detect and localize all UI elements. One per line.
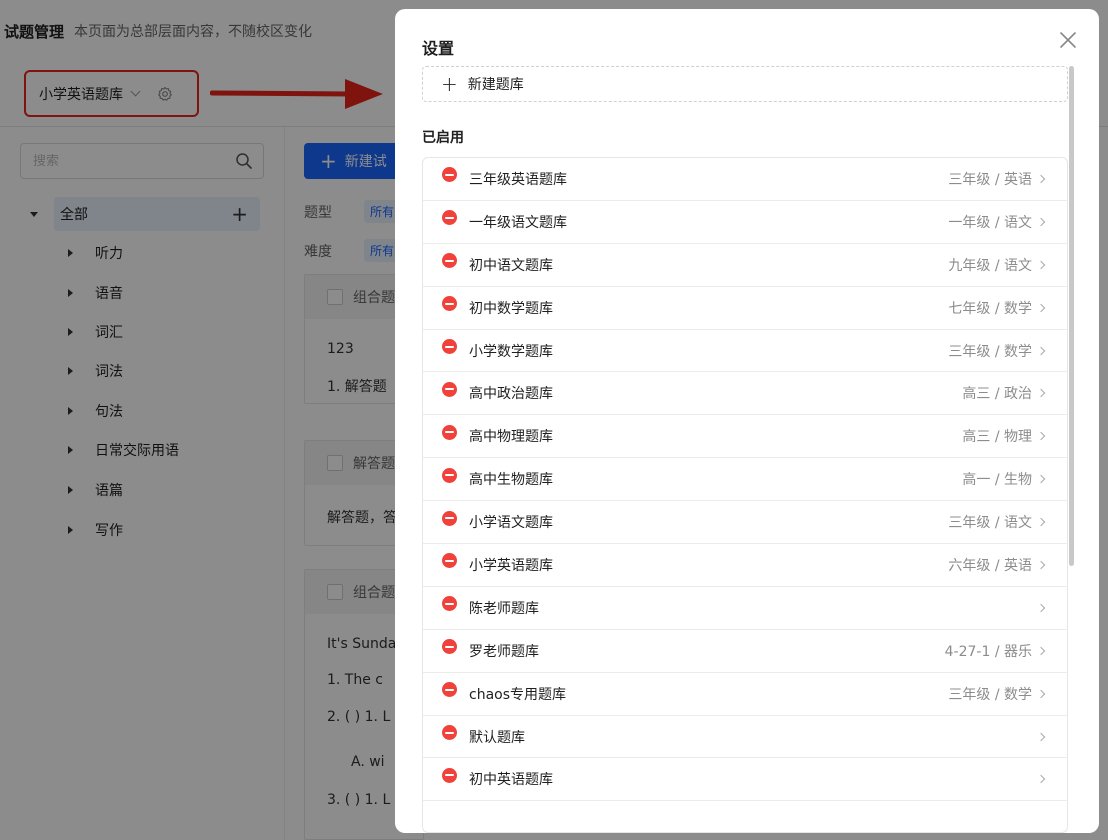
scrollbar[interactable]: [1069, 66, 1074, 566]
bank-row[interactable]: 高中政治题库 高三 / 政治: [423, 372, 1067, 416]
bank-row[interactable]: 初中英语题库: [423, 758, 1067, 802]
bank-name: 高中生物题库: [469, 472, 553, 489]
bank-name: 高中政治题库: [469, 386, 553, 403]
close-icon[interactable]: [1059, 31, 1077, 49]
chevron-right-icon[interactable]: [1036, 689, 1046, 698]
bank-name: 小学语文题库: [469, 515, 553, 532]
chevron-right-icon[interactable]: [1036, 174, 1046, 184]
chevron-right-icon[interactable]: [1036, 775, 1046, 784]
bank-grade-subject: 七年级 / 数学: [948, 300, 1032, 317]
bank-row[interactable]: 陈老师题库: [423, 587, 1067, 630]
bank-name: chaos专用题库: [469, 686, 567, 703]
enabled-section-title: 已启用: [422, 130, 464, 146]
bank-grade-subject: 4-27-1 / 器乐: [944, 643, 1032, 660]
chevron-right-icon[interactable]: [1036, 346, 1046, 355]
chevron-right-icon[interactable]: [1036, 432, 1046, 441]
bank-name: 罗老师题库: [469, 643, 539, 660]
chevron-right-icon[interactable]: [1036, 260, 1046, 269]
bank-row[interactable]: 一年级语文题库 一年级 / 语文: [423, 201, 1067, 244]
bank-grade-subject: 高一 / 生物: [962, 472, 1032, 489]
chevron-right-icon[interactable]: [1036, 303, 1046, 312]
remove-icon[interactable]: [442, 167, 457, 183]
bank-name: 陈老师题库: [469, 600, 539, 617]
bank-name: 默认题库: [469, 729, 525, 746]
new-bank-label: 新建题库: [467, 77, 524, 93]
remove-icon[interactable]: [442, 253, 457, 269]
remove-icon[interactable]: [442, 767, 457, 783]
bank-row[interactable]: 三年级英语题库 三年级 / 英语: [423, 158, 1067, 201]
remove-icon[interactable]: [442, 339, 457, 354]
bank-row[interactable]: 默认题库: [423, 716, 1067, 759]
remove-icon[interactable]: [442, 510, 457, 526]
chevron-right-icon[interactable]: [1036, 389, 1046, 398]
bank-name: 初中英语题库: [469, 772, 553, 789]
bank-row[interactable]: 高中物理题库 高三 / 物理: [423, 415, 1067, 459]
bank-row[interactable]: 高中生物题库 高一 / 生物: [423, 458, 1067, 502]
modal-title: 设置: [422, 39, 455, 58]
chevron-right-icon[interactable]: [1036, 732, 1046, 741]
bank-row[interactable]: 小学数学题库 三年级 / 数学: [423, 330, 1067, 373]
remove-icon[interactable]: [442, 210, 457, 226]
bank-row[interactable]: 初中语文题库 九年级 / 语文: [423, 244, 1067, 287]
bank-row[interactable]: 小学英语题库 六年级 / 英语: [423, 544, 1067, 587]
new-bank-button[interactable]: + 新建题库: [422, 66, 1068, 102]
chevron-right-icon[interactable]: [1036, 603, 1046, 613]
chevron-right-icon[interactable]: [1036, 517, 1046, 527]
bank-grade-subject: 三年级 / 语文: [948, 515, 1032, 532]
remove-icon[interactable]: [442, 596, 457, 612]
chevron-right-icon[interactable]: [1036, 560, 1046, 570]
chevron-right-icon[interactable]: [1036, 646, 1046, 655]
bank-name: 高中物理题库: [469, 429, 553, 446]
remove-icon[interactable]: [442, 682, 457, 698]
bank-grade-subject: 六年级 / 英语: [948, 557, 1032, 574]
bank-row[interactable]: 罗老师题库 4-27-1 / 器乐: [423, 630, 1067, 673]
chevron-right-icon[interactable]: [1036, 474, 1046, 484]
bank-name: 初中数学题库: [469, 300, 553, 317]
bank-name: 小学数学题库: [469, 343, 553, 360]
remove-icon[interactable]: [442, 381, 457, 397]
remove-icon[interactable]: [442, 639, 457, 655]
settings-modal: 设置 + 新建题库 已启用 三年级英语题库 三年级 / 英语一年级语文题库 一年级 …: [395, 9, 1099, 833]
bank-row[interactable]: 小学语文题库 三年级 / 语文: [423, 501, 1067, 545]
bank-name: 一年级语文题库: [469, 214, 567, 231]
remove-icon[interactable]: [442, 424, 457, 440]
bank-grade-subject: 高三 / 政治: [962, 386, 1032, 403]
bank-row[interactable]: chaos专用题库 三年级 / 数学: [423, 673, 1067, 716]
bank-name: 三年级英语题库: [469, 171, 567, 188]
remove-icon[interactable]: [442, 467, 457, 483]
bank-list: 三年级英语题库 三年级 / 英语一年级语文题库 一年级 / 语文初中语文题库 九年级 …: [422, 157, 1068, 833]
remove-icon[interactable]: [442, 296, 457, 312]
plus-icon: +: [441, 72, 458, 96]
bank-grade-subject: 高三 / 物理: [962, 429, 1032, 446]
bank-name: 小学英语题库: [469, 557, 553, 574]
bank-grade-subject: 三年级 / 数学: [948, 343, 1032, 360]
bank-grade-subject: 三年级 / 数学: [948, 686, 1032, 703]
bank-grade-subject: 九年级 / 语文: [948, 257, 1032, 274]
bank-grade-subject: 一年级 / 语文: [948, 214, 1032, 231]
chevron-right-icon[interactable]: [1036, 217, 1046, 227]
remove-icon[interactable]: [442, 725, 457, 741]
remove-icon[interactable]: [442, 553, 457, 569]
bank-name: 初中语文题库: [469, 257, 553, 274]
bank-grade-subject: 三年级 / 英语: [948, 171, 1032, 188]
bank-row[interactable]: 初中数学题库 七年级 / 数学: [423, 287, 1067, 330]
